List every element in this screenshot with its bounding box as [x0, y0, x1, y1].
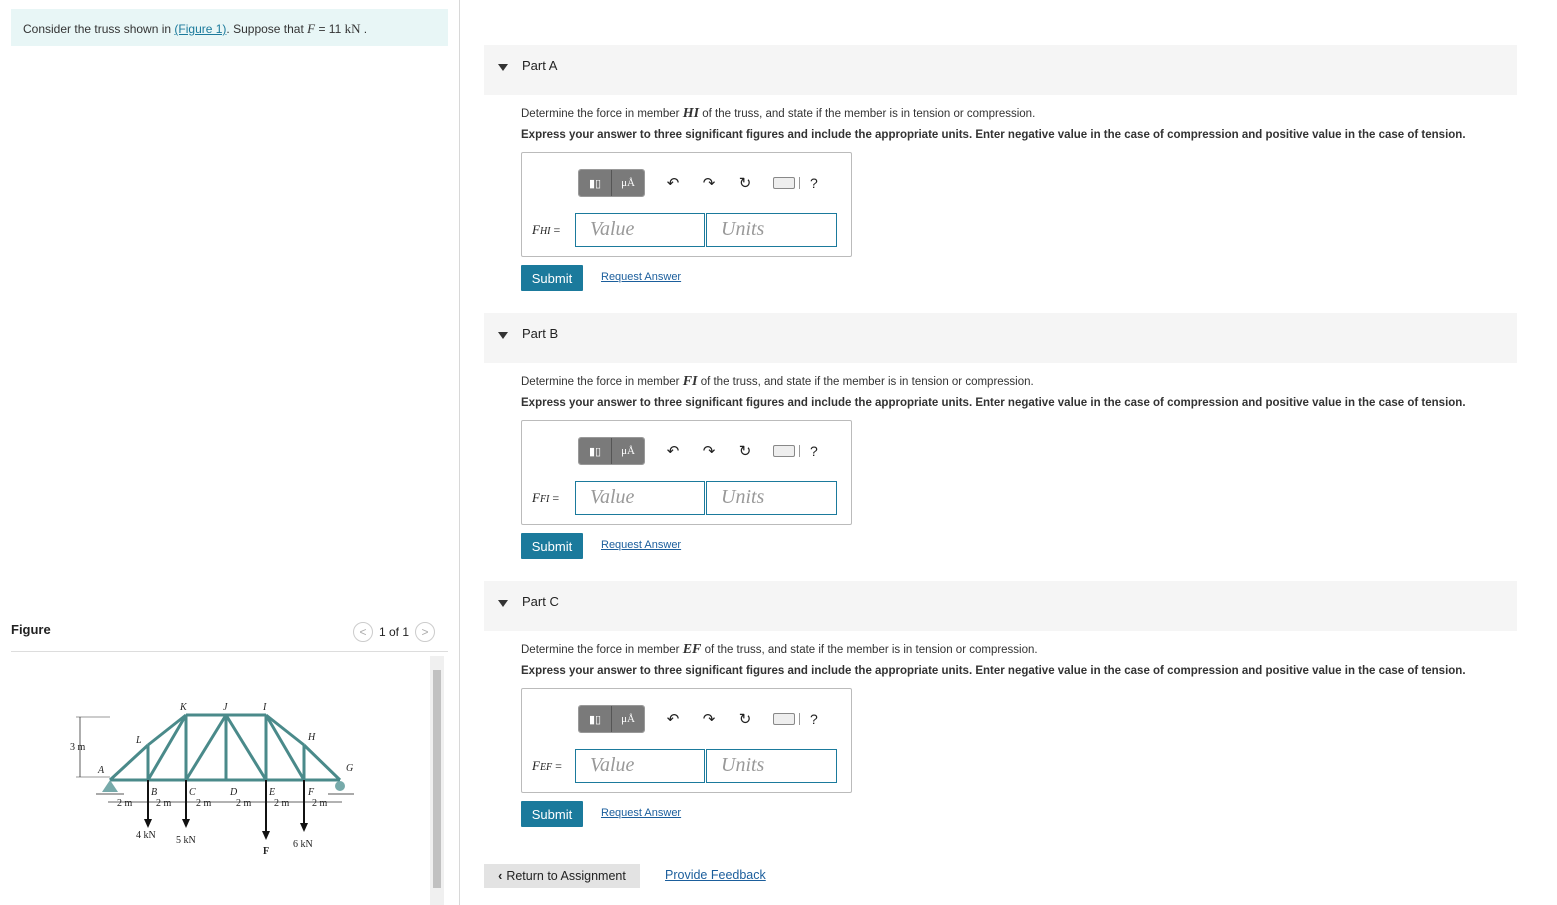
svg-text:I: I	[262, 702, 267, 713]
panel-divider	[459, 0, 460, 905]
undo-icon[interactable]: ↶	[665, 442, 681, 460]
part-header[interactable]: Part C	[484, 581, 1517, 631]
field-label: FHI =	[532, 222, 561, 237]
submit-button[interactable]: Submit	[521, 801, 583, 827]
reset-icon[interactable]: ↻	[737, 174, 753, 192]
chevron-left-icon[interactable]: <	[353, 622, 373, 642]
reset-icon[interactable]: ↻	[737, 710, 753, 728]
answer-box: ▮▯ μÅ ↶ ↷ ↻ ? FEF = Value Units	[521, 688, 852, 793]
pin-support	[102, 780, 118, 792]
truss-figure: K J I H L G A B C D E F 3 m 2 m 2 m 2 m …	[70, 702, 354, 857]
svg-text:E: E	[268, 787, 275, 798]
svg-text:C: C	[189, 787, 196, 798]
return-to-assignment-button[interactable]: ‹ Return to Assignment	[484, 864, 640, 888]
svg-text:A: A	[97, 765, 105, 776]
keyboard-icon[interactable]	[773, 445, 795, 457]
math-toolbar: ▮▯ μÅ ↶ ↷ ↻ ?	[578, 705, 818, 733]
instruction-text: Express your answer to three significant…	[521, 397, 1466, 409]
units-input[interactable]: Units	[706, 213, 837, 247]
question-text: Determine the force in member EF of the …	[521, 642, 1038, 657]
reset-icon[interactable]: ↻	[737, 442, 753, 460]
answer-box: ▮▯ μÅ ↶ ↷ ↻ ? FFI = Value Units	[521, 420, 852, 525]
figure-divider	[11, 651, 448, 652]
answer-box: ▮▯ μÅ ↶ ↷ ↻ ? FHI = Value Units	[521, 152, 852, 257]
svg-text:F: F	[263, 846, 269, 857]
part-label: Part B	[522, 326, 559, 341]
figure-heading: Figure	[11, 622, 51, 637]
problem-statement: Consider the truss shown in (Figure 1). …	[11, 9, 448, 46]
svg-text:2 m: 2 m	[312, 798, 328, 809]
part-header[interactable]: Part B	[484, 313, 1517, 363]
svg-text:3 m: 3 m	[70, 742, 86, 753]
figure-page-count: 1 of 1	[379, 625, 410, 639]
svg-text:5 kN: 5 kN	[176, 835, 196, 846]
chevron-left-icon: ‹	[498, 869, 503, 883]
field-label: FFI =	[532, 490, 560, 505]
svg-text:2 m: 2 m	[156, 798, 172, 809]
part-header[interactable]: Part A	[484, 45, 1517, 95]
request-answer-link[interactable]: Request Answer	[601, 539, 681, 551]
math-toolbar: ▮▯ μÅ ↶ ↷ ↻ ?	[578, 169, 818, 197]
help-icon[interactable]: ?	[810, 443, 818, 459]
template-icon[interactable]: ▮▯	[579, 706, 611, 732]
caret-down-icon	[498, 64, 508, 71]
value-input[interactable]: Value	[575, 481, 705, 515]
value-input[interactable]: Value	[575, 749, 705, 783]
help-icon[interactable]: ?	[810, 175, 818, 191]
instruction-text: Express your answer to three significant…	[521, 665, 1466, 677]
svg-text:2 m: 2 m	[196, 798, 212, 809]
svg-text:4 kN: 4 kN	[136, 830, 156, 841]
figure-pager: < 1 of 1 >	[353, 622, 436, 642]
math-toolbar: ▮▯ μÅ ↶ ↷ ↻ ?	[578, 437, 818, 465]
submit-button[interactable]: Submit	[521, 265, 583, 291]
template-icon[interactable]: ▮▯	[579, 438, 611, 464]
template-icon[interactable]: ▮▯	[579, 170, 611, 196]
svg-text:K: K	[179, 702, 188, 713]
part-label: Part A	[522, 58, 558, 73]
help-icon[interactable]: ?	[810, 711, 818, 727]
units-input[interactable]: Units	[706, 749, 837, 783]
question-text: Determine the force in member HI of the …	[521, 106, 1036, 121]
figure-link[interactable]: (Figure 1)	[174, 22, 226, 36]
svg-text:6 kN: 6 kN	[293, 839, 313, 850]
instruction-text: Express your answer to three significant…	[521, 129, 1466, 141]
units-input[interactable]: Units	[706, 481, 837, 515]
question-text: Determine the force in member FI of the …	[521, 374, 1034, 389]
keyboard-icon[interactable]	[773, 713, 795, 725]
submit-button[interactable]: Submit	[521, 533, 583, 559]
svg-text:J: J	[223, 702, 228, 713]
svg-text:D: D	[229, 787, 238, 798]
svg-text:F: F	[307, 787, 315, 798]
svg-text:2 m: 2 m	[117, 798, 133, 809]
redo-icon[interactable]: ↷	[701, 442, 717, 460]
figure-scroll-thumb[interactable]	[433, 670, 441, 888]
undo-icon[interactable]: ↶	[665, 174, 681, 192]
undo-icon[interactable]: ↶	[665, 710, 681, 728]
request-answer-link[interactable]: Request Answer	[601, 807, 681, 819]
svg-text:2 m: 2 m	[236, 798, 252, 809]
svg-text:G: G	[346, 763, 353, 774]
caret-down-icon	[498, 600, 508, 607]
request-answer-link[interactable]: Request Answer	[601, 271, 681, 283]
caret-down-icon	[498, 332, 508, 339]
part-label: Part C	[522, 594, 559, 609]
svg-text:L: L	[135, 735, 142, 746]
units-button[interactable]: μÅ	[611, 438, 644, 464]
value-input[interactable]: Value	[575, 213, 705, 247]
field-label: FEF =	[532, 758, 562, 773]
redo-icon[interactable]: ↷	[701, 174, 717, 192]
provide-feedback-link[interactable]: Provide Feedback	[665, 868, 766, 882]
svg-text:H: H	[307, 732, 316, 743]
redo-icon[interactable]: ↷	[701, 710, 717, 728]
units-button[interactable]: μÅ	[611, 706, 644, 732]
chevron-right-icon[interactable]: >	[415, 622, 436, 642]
svg-text:2 m: 2 m	[274, 798, 290, 809]
svg-text:B: B	[151, 787, 157, 798]
units-button[interactable]: μÅ	[611, 170, 644, 196]
keyboard-icon[interactable]	[773, 177, 795, 189]
